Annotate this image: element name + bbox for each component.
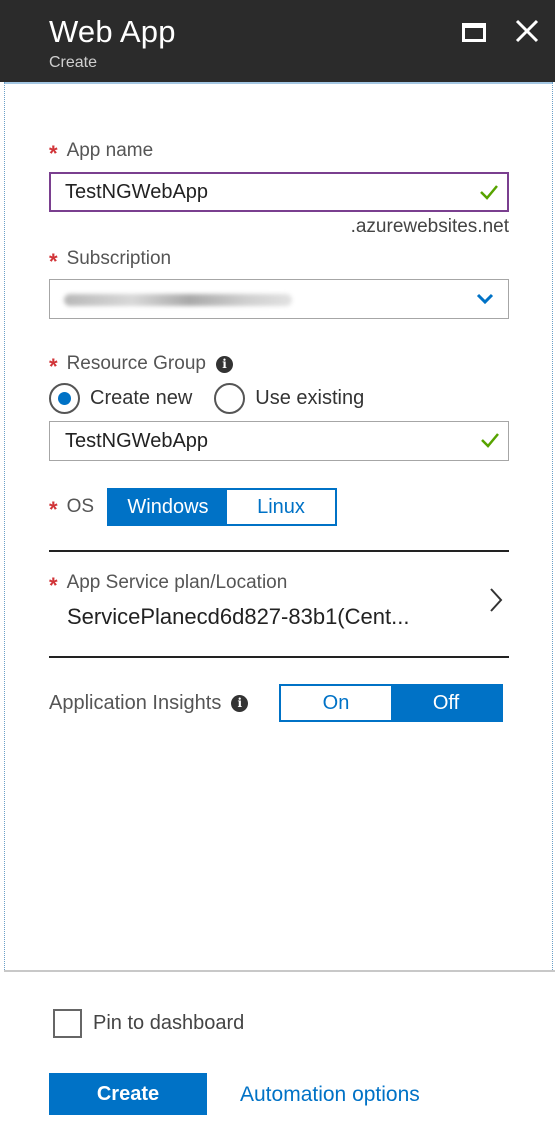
create-button[interactable]: Create (49, 1073, 207, 1115)
chevron-right-icon[interactable] (488, 587, 504, 613)
resource-group-label: * Resource Group i (49, 353, 233, 379)
insights-option-on[interactable]: On (281, 686, 391, 720)
app-service-plan-value[interactable]: ServicePlanecd6d827-83b1(Cent... (67, 604, 447, 630)
blade-subtitle: Create (49, 54, 98, 71)
app-name-value: TestNGWebApp (65, 181, 209, 203)
checkmark-icon (480, 185, 498, 200)
create-new-label[interactable]: Create new (90, 387, 192, 410)
os-toggle: Windows Linux (107, 488, 337, 526)
required-asterisk: * (49, 354, 58, 379)
required-asterisk: * (49, 141, 58, 166)
subscription-label: * Subscription (49, 248, 172, 274)
required-asterisk: * (49, 249, 58, 274)
os-label: * OS (49, 496, 95, 522)
blade-focus-edge (4, 82, 5, 972)
insights-option-off[interactable]: Off (391, 686, 501, 720)
application-insights-label-text: Application Insights (49, 692, 222, 714)
app-service-plan-label: * App Service plan/Location (49, 572, 288, 598)
automation-options-link[interactable]: Automation options (240, 1083, 420, 1107)
redacted-subscription-value (64, 294, 292, 306)
os-option-windows[interactable]: Windows (109, 490, 227, 524)
close-icon[interactable] (513, 17, 541, 45)
info-icon[interactable]: i (215, 355, 233, 373)
create-new-radio[interactable] (49, 382, 80, 414)
pin-to-dashboard-label[interactable]: Pin to dashboard (93, 1012, 244, 1035)
pin-to-dashboard-checkbox[interactable] (53, 1009, 82, 1038)
resource-group-input[interactable]: TestNGWebApp (49, 421, 509, 461)
maximize-icon[interactable] (462, 23, 486, 42)
application-insights-toggle: On Off (279, 684, 503, 722)
subscription-label-text: Subscription (66, 248, 172, 269)
section-divider (49, 656, 509, 658)
resource-group-value: TestNGWebApp (65, 430, 209, 452)
app-name-label-text: App name (66, 140, 154, 161)
required-asterisk: * (49, 573, 58, 598)
chevron-down-icon (476, 293, 494, 305)
info-icon[interactable]: i (231, 695, 249, 712)
footer-divider (4, 970, 555, 972)
app-name-input[interactable]: TestNGWebApp (49, 172, 509, 212)
use-existing-radio[interactable] (214, 382, 246, 414)
blade-header: Web App Create (0, 0, 555, 82)
resource-group-label-text: Resource Group (66, 353, 206, 374)
blade-focus-edge (4, 82, 553, 84)
use-existing-label[interactable]: Use existing (255, 387, 364, 410)
domain-suffix: .azurewebsites.net (350, 216, 509, 237)
blade-focus-edge (552, 82, 553, 972)
application-insights-label: Application Insights i (49, 692, 249, 715)
section-divider (49, 550, 509, 552)
app-service-plan-label-text: App Service plan/Location (66, 572, 288, 593)
app-name-label: * App name (49, 140, 154, 166)
blade-title: Web App (49, 14, 176, 49)
os-label-text: OS (66, 496, 95, 517)
checkmark-icon (481, 433, 499, 448)
required-asterisk: * (49, 497, 58, 522)
subscription-dropdown[interactable] (49, 279, 509, 319)
resource-group-mode: Create new Use existing (49, 381, 386, 415)
os-option-linux[interactable]: Linux (227, 490, 335, 524)
